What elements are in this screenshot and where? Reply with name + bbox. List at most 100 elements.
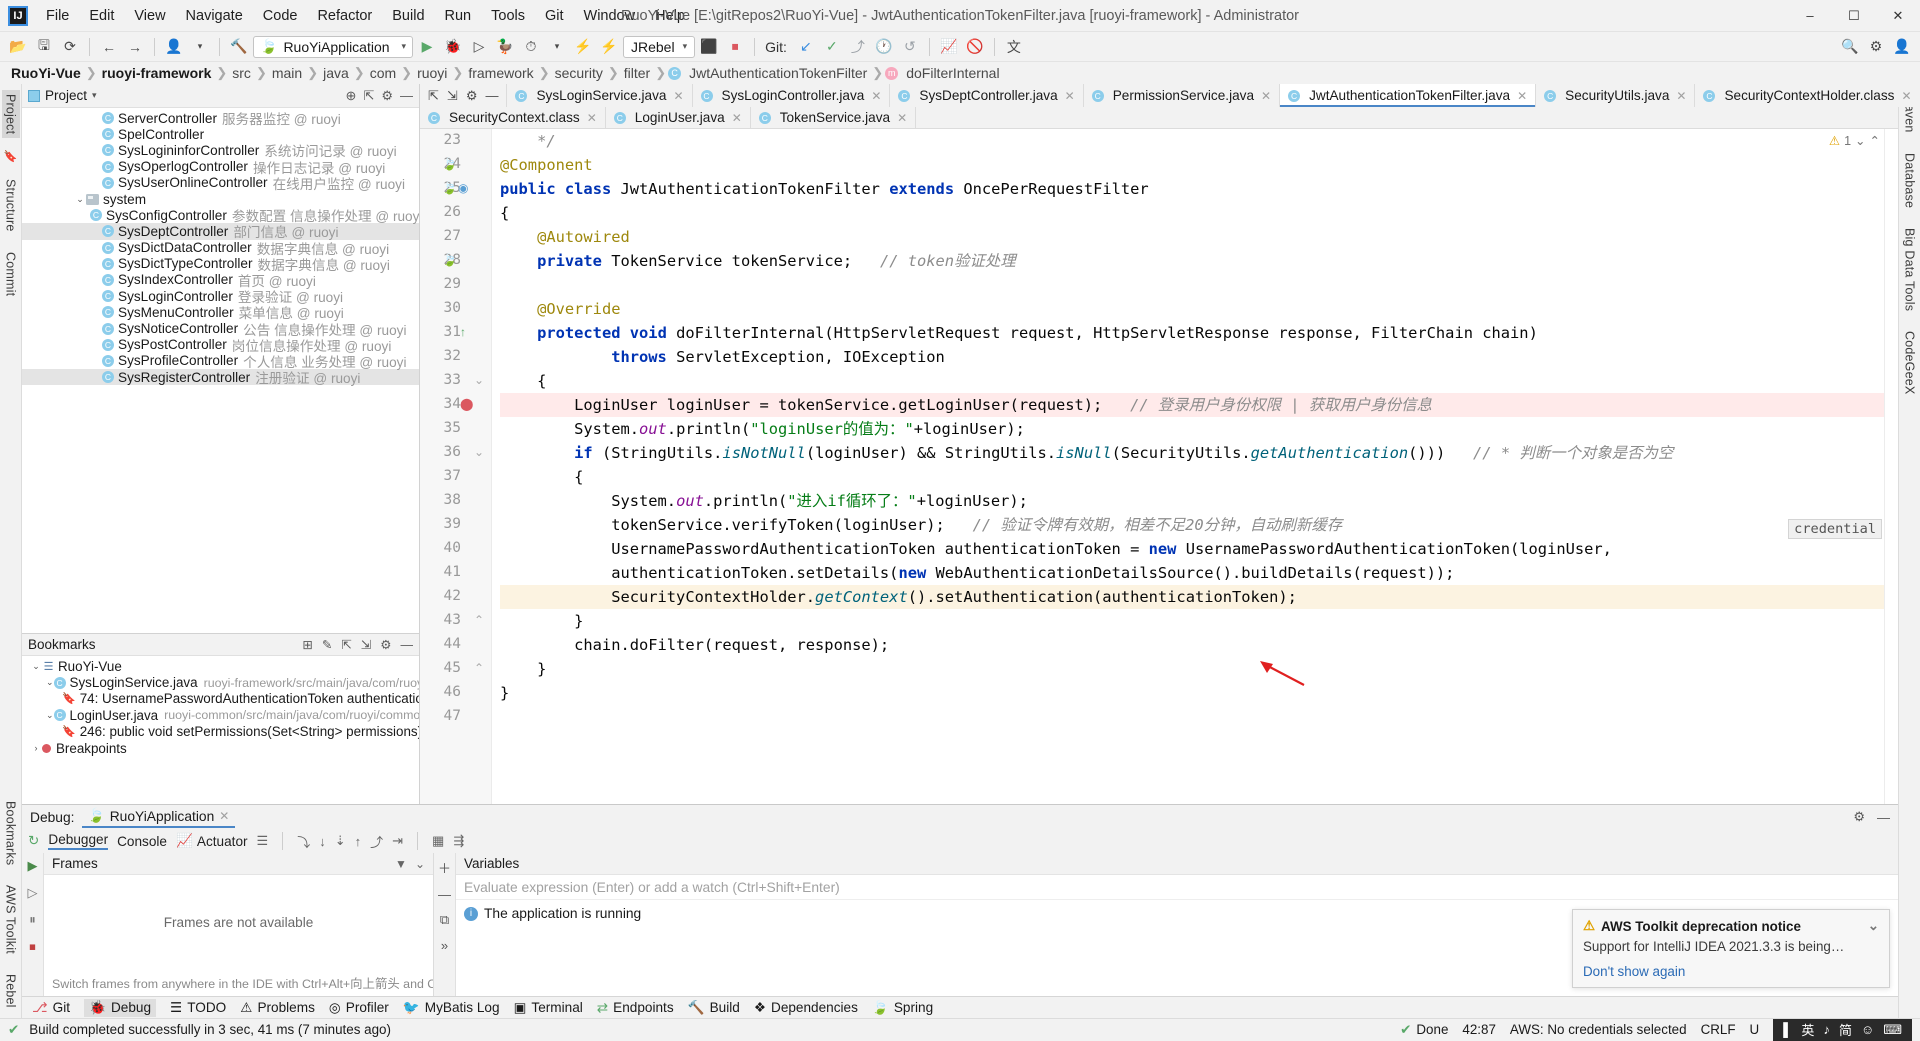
editor-tab2-0[interactable]: C SecurityContext.class ✕	[420, 107, 606, 128]
breadcrumb-item-9[interactable]: filter	[621, 65, 653, 81]
sidebar-item-rebel[interactable]: Rebel	[2, 970, 20, 1012]
tree-node[interactable]: C SysDictTypeController 数据字典信息 @ ruoyi	[22, 256, 419, 273]
ime-simplified[interactable]: 简	[1839, 1020, 1852, 1039]
menu-build[interactable]: Build	[382, 3, 434, 29]
collapse-all-icon[interactable]: ⇱	[341, 637, 351, 652]
collapse-icon[interactable]: ⇲	[447, 88, 458, 104]
tool-button-git[interactable]: ⎇ Git	[32, 1000, 70, 1016]
gutter-marker[interactable]: 🍃	[442, 181, 457, 195]
open-folder-icon[interactable]: 📂	[6, 35, 30, 59]
settings-gear-icon[interactable]: ⚙	[381, 88, 393, 104]
mute-breakpoints-icon[interactable]: ▷	[28, 885, 38, 901]
ime-punct[interactable]: ♪	[1823, 1022, 1830, 1037]
project-panel-title[interactable]: Project	[45, 88, 87, 103]
editor-tab-3[interactable]: C PermissionService.java ✕	[1083, 84, 1281, 107]
close-icon[interactable]: ✕	[1261, 89, 1271, 103]
debug-session-tab[interactable]: 🍃 RuoYiApplication ✕	[81, 806, 236, 828]
gutter-marker[interactable]: 🍃	[442, 157, 457, 171]
build-hammer-icon[interactable]: 🔨	[227, 35, 251, 59]
menu-view[interactable]: View	[124, 3, 175, 29]
code-line[interactable]: {	[500, 201, 1884, 225]
tab-actuator[interactable]: 📈 Actuator	[176, 833, 248, 849]
menu-help[interactable]: Help	[645, 3, 695, 29]
editor-tab2-1[interactable]: C LoginUser.java ✕	[605, 107, 751, 128]
tool-button-mybatis-log[interactable]: 🐦 MyBatis Log	[403, 1000, 500, 1016]
ime-emoji[interactable]: ☺	[1861, 1022, 1874, 1037]
code-line[interactable]: protected void doFilterInternal(HttpServ…	[500, 321, 1884, 345]
add-bookmark-icon[interactable]: ⊞	[302, 637, 312, 652]
tree-node[interactable]: C ServerController 服务器监控 @ ruoyi	[22, 110, 419, 127]
close-icon[interactable]: ✕	[219, 809, 229, 823]
hide-icon[interactable]: —	[400, 88, 413, 103]
code-editor[interactable]: 23 24 25 26 27 28 29 30 31 32 33 34 35 36 37 38 39 40 41 42…	[420, 129, 1898, 804]
menu-window[interactable]: Window	[574, 3, 646, 29]
settings-gear-icon[interactable]: ⚙	[1853, 809, 1865, 825]
run-icon[interactable]: ▶	[415, 35, 439, 59]
tab-console[interactable]: Console	[117, 834, 167, 849]
code-line[interactable]: */	[500, 129, 1884, 153]
expand-arrow-icon[interactable]: ⌄	[46, 710, 54, 721]
bookmark-item[interactable]: ⌄ ☰ RuoYi-Vue	[22, 658, 419, 674]
breadcrumb-item-8[interactable]: security	[552, 65, 606, 81]
monitor-icon[interactable]: 📈	[937, 35, 961, 59]
locate-icon[interactable]: ⊕	[346, 88, 357, 104]
breadcrumb-item-4[interactable]: java	[320, 65, 352, 81]
close-icon[interactable]: ✕	[673, 89, 683, 103]
code-line[interactable]: chain.doFilter(request, response);	[500, 633, 1884, 657]
push-icon[interactable]: ⤴	[846, 35, 870, 59]
encoding[interactable]: U	[1750, 1022, 1760, 1037]
tool-button-problems[interactable]: ⚠ Problems	[240, 1000, 315, 1016]
breadcrumb-item-1[interactable]: ruoyi-framework	[99, 65, 215, 81]
tree-node[interactable]: C SysConfigController 参数配置 信息操作处理 @ ruoyi	[22, 207, 419, 224]
sidebar-item-big-data-tools[interactable]: Big Data Tools	[1901, 224, 1919, 315]
jrebel-debug-icon[interactable]: ⚡	[597, 35, 621, 59]
code-content[interactable]: */@Component public class JwtAuthenticati…	[492, 129, 1884, 804]
gutter-marker[interactable]: ⌃	[474, 613, 484, 627]
expand-arrow-icon[interactable]: ⌄	[30, 661, 42, 672]
expand-arrow-icon[interactable]: ⌄	[46, 677, 54, 688]
hide-icon[interactable]: —	[485, 88, 498, 103]
sidebar-item-structure[interactable]: Structure	[2, 175, 20, 236]
search-everywhere-icon[interactable]: 🔍	[1838, 35, 1862, 59]
add-watch-icon[interactable]: ＋	[438, 858, 451, 877]
breadcrumb-item-7[interactable]: framework	[465, 65, 536, 81]
force-step-into-icon[interactable]: ⇣	[335, 833, 346, 849]
status-done[interactable]: ✔ Done	[1400, 1022, 1448, 1038]
update-project-icon[interactable]: ↙	[794, 35, 818, 59]
tool-button-terminal[interactable]: ▣ Terminal	[514, 1000, 583, 1016]
code-line[interactable]	[500, 705, 1884, 729]
gutter-marker[interactable]: ⌃	[474, 661, 484, 675]
chevron-down-icon[interactable]: ⌄	[1868, 918, 1879, 934]
close-icon[interactable]: ✕	[1676, 89, 1686, 103]
code-line[interactable]: @Autowired	[500, 225, 1884, 249]
sidebar-item-codegeex[interactable]: CodeGeeX	[1901, 327, 1919, 398]
expand-icon[interactable]: ⇱	[428, 88, 439, 104]
ime-lang[interactable]: 英	[1801, 1020, 1814, 1039]
tree-node[interactable]: C SysLoginController 登录验证 @ ruoyi	[22, 288, 419, 305]
breadcrumb-item-5[interactable]: com	[367, 65, 399, 81]
resume-icon[interactable]: ▶	[28, 858, 38, 874]
code-line[interactable]: throws ServletException, IOException	[500, 345, 1884, 369]
minimize-button[interactable]: –	[1788, 0, 1832, 32]
commit-icon[interactable]: ✓	[820, 35, 844, 59]
filter-icon[interactable]: ▼	[395, 857, 407, 871]
step-into-icon[interactable]: ↓	[319, 834, 326, 849]
inspection-status[interactable]: ⚠ 1 ⌄ ⌃	[1829, 133, 1880, 149]
code-line[interactable]: tokenService.verifyToken(loginUser); // …	[500, 513, 1884, 537]
hide-icon[interactable]: —	[1877, 810, 1890, 825]
notification-dismiss-link[interactable]: Don't show again	[1583, 964, 1685, 979]
project-tree[interactable]: C ServerController 服务器监控 @ ruoyi C SpelContr…	[22, 108, 419, 633]
step-over-icon[interactable]: ⤵	[297, 832, 310, 851]
close-icon[interactable]: ✕	[897, 111, 907, 125]
step-out-icon[interactable]: ↑	[355, 834, 362, 849]
breadcrumb-item-11[interactable]: doFilterInternal	[903, 65, 1002, 81]
tree-node[interactable]: C SysRegisterController 注册验证 @ ruoyi	[22, 369, 419, 386]
menu-run[interactable]: Run	[435, 3, 482, 29]
breadcrumb-item-6[interactable]: ruoyi	[414, 65, 450, 81]
close-icon[interactable]: ✕	[871, 89, 881, 103]
sidebar-item-project[interactable]: Project	[1, 90, 20, 139]
line-separator[interactable]: CRLF	[1701, 1022, 1736, 1037]
back-arrow-icon[interactable]: ←	[97, 35, 121, 59]
tool-button-build[interactable]: 🔨 Build	[688, 1000, 740, 1016]
breadcrumb-item-3[interactable]: main	[269, 65, 305, 81]
